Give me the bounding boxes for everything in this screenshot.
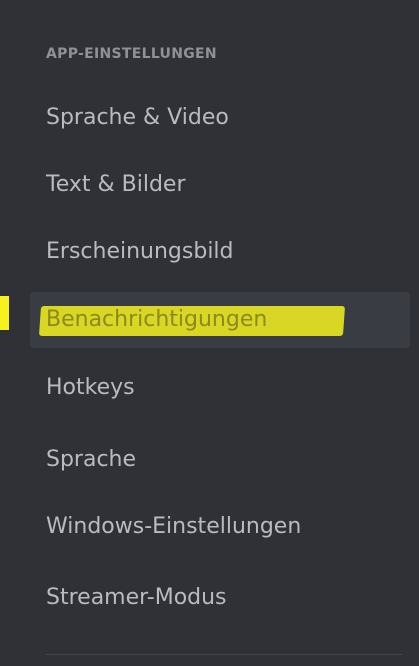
sidebar-item-label: Windows-Einstellungen bbox=[46, 514, 302, 539]
section-header-app-settings: APP-EINSTELLUNGEN bbox=[46, 46, 217, 62]
settings-sidebar: APP-EINSTELLUNGEN Sprache & Video Text &… bbox=[0, 0, 419, 666]
sidebar-item-hotkeys[interactable]: Hotkeys bbox=[30, 360, 410, 416]
sidebar-item-language[interactable]: Sprache bbox=[30, 432, 410, 488]
sidebar-item-label: Benachrichtigungen bbox=[46, 307, 268, 332]
highlighter-edge-mark bbox=[0, 296, 9, 330]
sidebar-item-label: Erscheinungsbild bbox=[46, 239, 234, 264]
page: APP-EINSTELLUNGEN Sprache & Video Text &… bbox=[0, 0, 419, 666]
sidebar-item-text-images[interactable]: Text & Bilder bbox=[30, 157, 410, 213]
sidebar-item-label: Sprache & Video bbox=[46, 105, 229, 130]
sidebar-item-label: Text & Bilder bbox=[46, 172, 186, 197]
sidebar-item-label: Hotkeys bbox=[46, 375, 135, 400]
sidebar-item-appearance[interactable]: Erscheinungsbild bbox=[30, 224, 410, 280]
sidebar-divider bbox=[46, 654, 402, 655]
sidebar-item-streamer-mode[interactable]: Streamer-Modus bbox=[30, 570, 410, 626]
sidebar-item-label: Sprache bbox=[46, 447, 137, 472]
sidebar-item-windows-settings[interactable]: Windows-Einstellungen bbox=[30, 499, 410, 555]
sidebar-item-voice-video[interactable]: Sprache & Video bbox=[30, 90, 410, 146]
sidebar-item-label: Streamer-Modus bbox=[46, 585, 227, 610]
sidebar-item-notifications[interactable]: Benachrichtigungen bbox=[30, 292, 410, 348]
